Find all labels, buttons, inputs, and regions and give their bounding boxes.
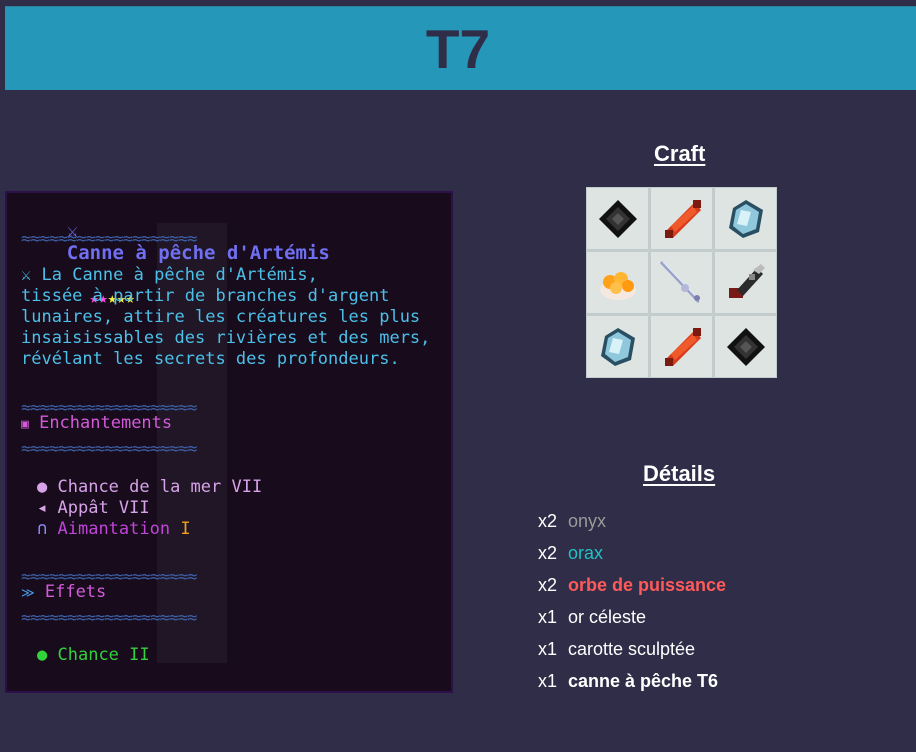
ingredient-name: onyx (568, 511, 607, 531)
orbe-icon (664, 199, 701, 238)
effects-header: ≫ Effets (21, 582, 107, 602)
title-banner: T7 (5, 6, 916, 90)
description-line-3: lunaires, attire les créatures les plus (21, 307, 421, 327)
separator: ≈≈≈≈≈≈≈≈≈≈≈≈≈≈≈≈≈≈≈ (21, 229, 197, 249)
details-row: x2 orax (538, 543, 726, 575)
or-celeste-icon (599, 271, 636, 300)
craft-slot[interactable] (651, 316, 712, 377)
craft-title: Craft (654, 141, 706, 166)
luck-icon: ● (37, 645, 48, 665)
item-tooltip-card: ⚔ Canne à pêche d'Artémis ★★★★★ ≈≈≈≈≈≈≈≈… (5, 191, 453, 693)
enchant-item: ◂ Appât VII (37, 498, 150, 518)
craft-slot[interactable] (651, 188, 712, 249)
lure-icon: ◂ (37, 498, 48, 518)
book-icon: ▣ (21, 417, 29, 432)
description-line-2: tissée à partir de branches d'argent (21, 286, 390, 306)
details-row: x1 canne à pêche T6 (538, 671, 726, 703)
separator: ≈≈≈≈≈≈≈≈≈≈≈≈≈≈≈≈≈≈≈ (21, 608, 197, 628)
ingredient-name: canne à pêche T6 (568, 671, 719, 691)
sea-luck-icon: ● (37, 477, 48, 497)
description-line-5: révélant les secrets des profondeurs. (21, 349, 400, 369)
enchant-item: ● Chance de la mer VII (37, 477, 263, 497)
details-title: Détails (643, 461, 716, 486)
ingredient-name: or céleste (568, 607, 647, 627)
craft-slot[interactable] (715, 316, 776, 377)
orax-icon (600, 327, 635, 366)
description-line-4: insaisissables des rivières et des mers, (21, 328, 431, 348)
craft-slot[interactable] (587, 188, 648, 249)
orax-icon (728, 199, 763, 238)
onyx-icon (598, 199, 637, 238)
quill-icon: ⚔ (21, 265, 32, 285)
craft-slot[interactable] (587, 316, 648, 377)
ingredient-name: orbe de puissance (568, 575, 727, 595)
craft-slot[interactable] (715, 252, 776, 313)
details-row: x2 onyx (538, 511, 726, 543)
craft-slot[interactable] (587, 252, 648, 313)
effect-item: ● Chance II (37, 645, 150, 665)
canne-icon (659, 260, 701, 303)
craft-slot[interactable] (651, 252, 712, 313)
page-title: T7 (425, 18, 491, 80)
orbe-icon (664, 327, 701, 366)
craft-slot[interactable] (715, 188, 776, 249)
enchant-item: ∩ Aimantation I (37, 519, 191, 539)
details-list: x2 onyx x2 orax x2 orbe de puissance x1 or c… (538, 511, 726, 703)
details-row: x2 orbe de puissance (538, 575, 726, 607)
magnet-icon: ∩ (37, 519, 48, 539)
details-row: x1 carotte sculptée (538, 639, 726, 671)
ingredient-name: carotte sculptée (568, 639, 696, 659)
separator: ≈≈≈≈≈≈≈≈≈≈≈≈≈≈≈≈≈≈≈ (21, 439, 197, 459)
details-row: x1 or céleste (538, 607, 726, 639)
enchantments-header: ▣ Enchantements (21, 413, 173, 433)
craft-grid (586, 187, 777, 378)
ingredient-name: orax (568, 543, 604, 563)
effects-icon: ≫ (21, 586, 35, 601)
description-line-1: ⚔ La Canne à pêche d'Artémis, (21, 265, 318, 285)
onyx-icon (726, 327, 765, 366)
carotte-icon (728, 263, 765, 298)
